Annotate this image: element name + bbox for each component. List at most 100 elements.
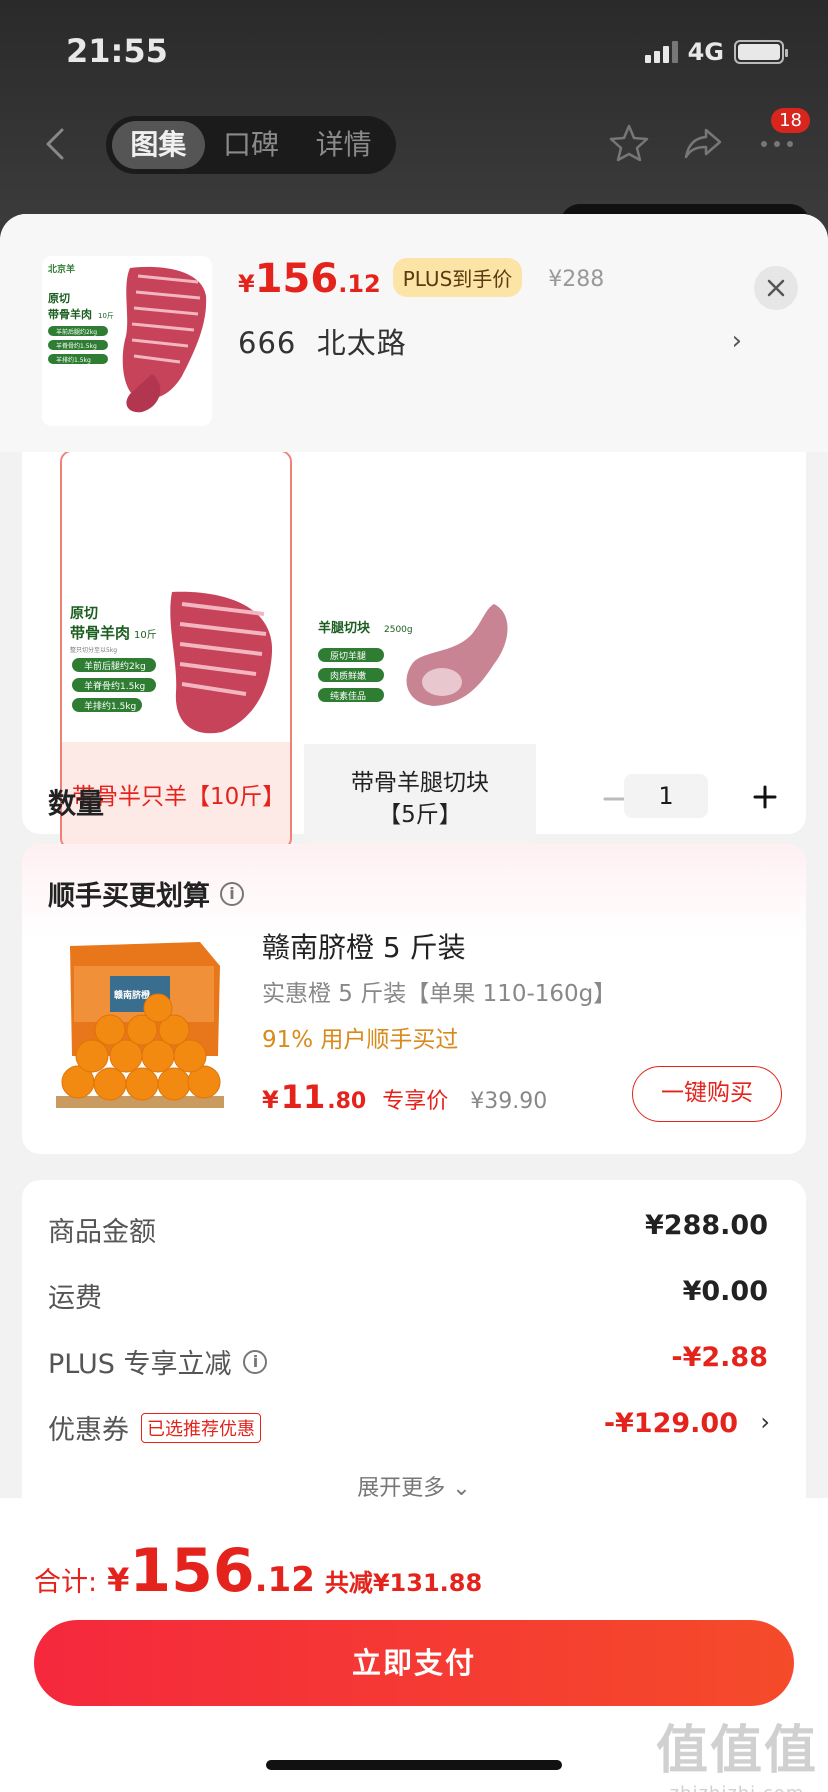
spec-img-bullet-1: 羊前后腿约2kg [84, 660, 146, 672]
thumb-title-1: 原切 [48, 292, 70, 305]
info-icon[interactable]: i [243, 1349, 268, 1374]
spec-img-note: 整只切分至以5kg [70, 646, 117, 654]
delivery-address[interactable]: 666 北太路 [238, 320, 407, 362]
promo-price-decimal: .80 [327, 1089, 367, 1114]
summary-row-plus-discount: PLUS 专享立减 i -¥2.88 [48, 1342, 768, 1382]
total-savings: 共减¥131.88 [324, 1569, 483, 1597]
close-icon [767, 279, 785, 297]
quantity-row: 数量 1 [48, 772, 788, 832]
spec2-img-bullet-1: 原切羊腿 [330, 650, 366, 662]
chevron-right-icon[interactable]: › [760, 1408, 770, 1436]
price-integer: 156 [254, 256, 339, 302]
plus-price-tag: PLUS到手价 [392, 258, 523, 297]
plus-discount-label: PLUS 专享立减 i [48, 1342, 268, 1381]
close-button[interactable] [754, 266, 798, 310]
share-icon[interactable] [682, 122, 724, 164]
promo-price-symbol: ¥ [262, 1086, 279, 1114]
notification-badge: 18 [771, 108, 810, 133]
promo-title-text: 顺手买更划算 [48, 881, 210, 912]
add-on-promo-card: 顺手买更划算 i 赣南脐橙 赣南脐橙 5 斤装 实惠橙 5 斤装【单果 110-… [22, 844, 806, 1154]
tab-reviews[interactable]: 口碑 [205, 121, 298, 169]
header-price: ¥ 156 .12 PLUS到手价 ¥288 [238, 256, 604, 303]
quantity-stepper[interactable]: 1 [624, 774, 708, 818]
spec2-img-title: 羊腿切块 [318, 620, 371, 636]
shipping-value: ¥0.00 [682, 1276, 768, 1307]
promo-original-price: ¥39.90 [470, 1089, 548, 1114]
star-icon[interactable] [608, 122, 650, 164]
promo-price-tag: 专享价 [382, 1089, 449, 1114]
plus-icon[interactable] [752, 784, 778, 810]
total-integer: 156 [129, 1536, 255, 1606]
watermark-logo: 值值值 [655, 1721, 818, 1781]
tab-gallery[interactable]: 图集 [112, 121, 205, 169]
promo-price-integer: 11 [280, 1078, 326, 1116]
plus-discount-text: PLUS 专享立减 [48, 1349, 232, 1380]
quantity-label: 数量 [48, 787, 105, 820]
thumb-bullet-1: 羊前后腿约2kg [56, 328, 97, 336]
status-bar: 21:55 4G [0, 0, 828, 100]
thumb-bullet-2: 羊脊骨约1.5kg [56, 342, 97, 350]
nav-actions: 18 [608, 108, 810, 164]
coupon-value: -¥129.00 [603, 1408, 738, 1439]
promo-social-proof: 91% 用户顺手买过 [262, 1027, 459, 1053]
thumb-brand: 北京羊 [48, 263, 75, 275]
sheet-header: 北京羊 原切 带骨羊肉 10斤 羊前后腿约2kg 羊脊骨约1.5kg 羊排约1.… [0, 214, 828, 452]
price-decimal: .12 [338, 270, 381, 298]
battery-icon [734, 40, 788, 64]
thumb-bullet-3: 羊排约1.5kg [56, 356, 91, 364]
more-button[interactable]: 18 [756, 108, 810, 164]
promo-product-name[interactable]: 赣南脐橙 5 斤装 [262, 926, 466, 966]
tab-details[interactable]: 详情 [297, 121, 390, 169]
thumb-weight: 10斤 [98, 311, 114, 320]
total-row: 合计: ¥ 156 .12 共减¥131.88 [34, 1536, 482, 1606]
info-icon[interactable]: i [220, 881, 244, 906]
gallery-tab-group: 图集 口碑 详情 [106, 116, 396, 174]
summary-row-shipping: 运费 ¥0.00 [48, 1276, 768, 1316]
thumb-title-2: 带骨羊肉 [48, 307, 92, 321]
total-label: 合计: [34, 1567, 98, 1598]
lamb-product-image: 北京羊 原切 带骨羊肉 10斤 羊前后腿约2kg 羊脊骨约1.5kg 羊排约1.… [42, 256, 212, 426]
product-thumbnail: 北京羊 原切 带骨羊肉 10斤 羊前后腿约2kg 羊脊骨约1.5kg 羊排约1.… [42, 256, 212, 426]
navel-orange-image: 赣南脐橙 [50, 936, 230, 1116]
status-indicators: 4G [644, 38, 788, 66]
original-price: ¥288 [548, 267, 605, 292]
subtotal-label: 商品金额 [48, 1217, 156, 1248]
half-lamb-image: 原切 带骨羊肉 10斤 整只切分至以5kg 羊前后腿约2kg 羊脊骨约1.5kg… [62, 452, 290, 742]
coupon-tag: 已选推荐优惠 [141, 1412, 261, 1443]
spec2-img-bullet-2: 肉质鲜嫩 [330, 670, 366, 682]
leg-chunks-image: 羊腿切块 2500g 原切羊腿 肉质鲜嫩 纯素佳品 [304, 454, 536, 744]
summary-row-subtotal: 商品金额 ¥288.00 [48, 1210, 768, 1250]
coupon-label: 优惠券 已选推荐优惠 [48, 1408, 261, 1447]
spec-img-title-2: 带骨羊肉 [70, 624, 130, 642]
shipping-label: 运费 [48, 1283, 102, 1314]
spec2-img-bullet-3: 纯素佳品 [330, 690, 366, 702]
chevron-right-icon[interactable]: › [732, 326, 742, 356]
watermark-url: zhizhizhi.com [656, 1783, 818, 1792]
pay-now-button[interactable]: 立即支付 [34, 1620, 794, 1706]
price-symbol: ¥ [238, 270, 255, 298]
spec-img-weight: 10斤 [134, 629, 157, 641]
total-symbol: ¥ [107, 1561, 130, 1599]
top-nav: 图集 口碑 详情 18 [0, 108, 828, 180]
spec-img-title-1: 原切 [70, 606, 98, 622]
subtotal-value: ¥288.00 [645, 1210, 768, 1241]
price-summary-card: 商品金额 ¥288.00 运费 ¥0.00 PLUS 专享立减 i -¥2.88… [22, 1180, 806, 1540]
promo-product-subtitle: 实惠橙 5 斤装【单果 110-160g】 [262, 981, 617, 1007]
promo-title: 顺手买更划算 i [48, 874, 244, 913]
signal-icon [644, 41, 678, 63]
watermark: 值值值 zhizhizhi.com [656, 1708, 818, 1792]
one-click-buy-button[interactable]: 一键购买 [632, 1066, 782, 1122]
coupon-text: 优惠券 [48, 1415, 129, 1446]
network-type: 4G [687, 38, 724, 66]
checkout-footer: 合计: ¥ 156 .12 共减¥131.88 立即支付 值值值 zhizhiz… [0, 1498, 828, 1792]
home-indicator[interactable] [266, 1760, 562, 1770]
summary-row-coupon[interactable]: 优惠券 已选推荐优惠 -¥129.00 › [48, 1408, 770, 1448]
orange-box-text: 赣南脐橙 [114, 989, 151, 1001]
spec-img-bullet-2: 羊脊骨约1.5kg [84, 680, 145, 692]
spec-img-bullet-3: 羊排约1.5kg [84, 700, 136, 712]
status-time: 21:55 [66, 32, 168, 70]
total-decimal: .12 [254, 1560, 315, 1600]
promo-price: ¥ 11 .80 专享价 ¥39.90 [262, 1078, 547, 1116]
plus-discount-value: -¥2.88 [671, 1342, 768, 1373]
back-icon[interactable] [38, 126, 74, 162]
